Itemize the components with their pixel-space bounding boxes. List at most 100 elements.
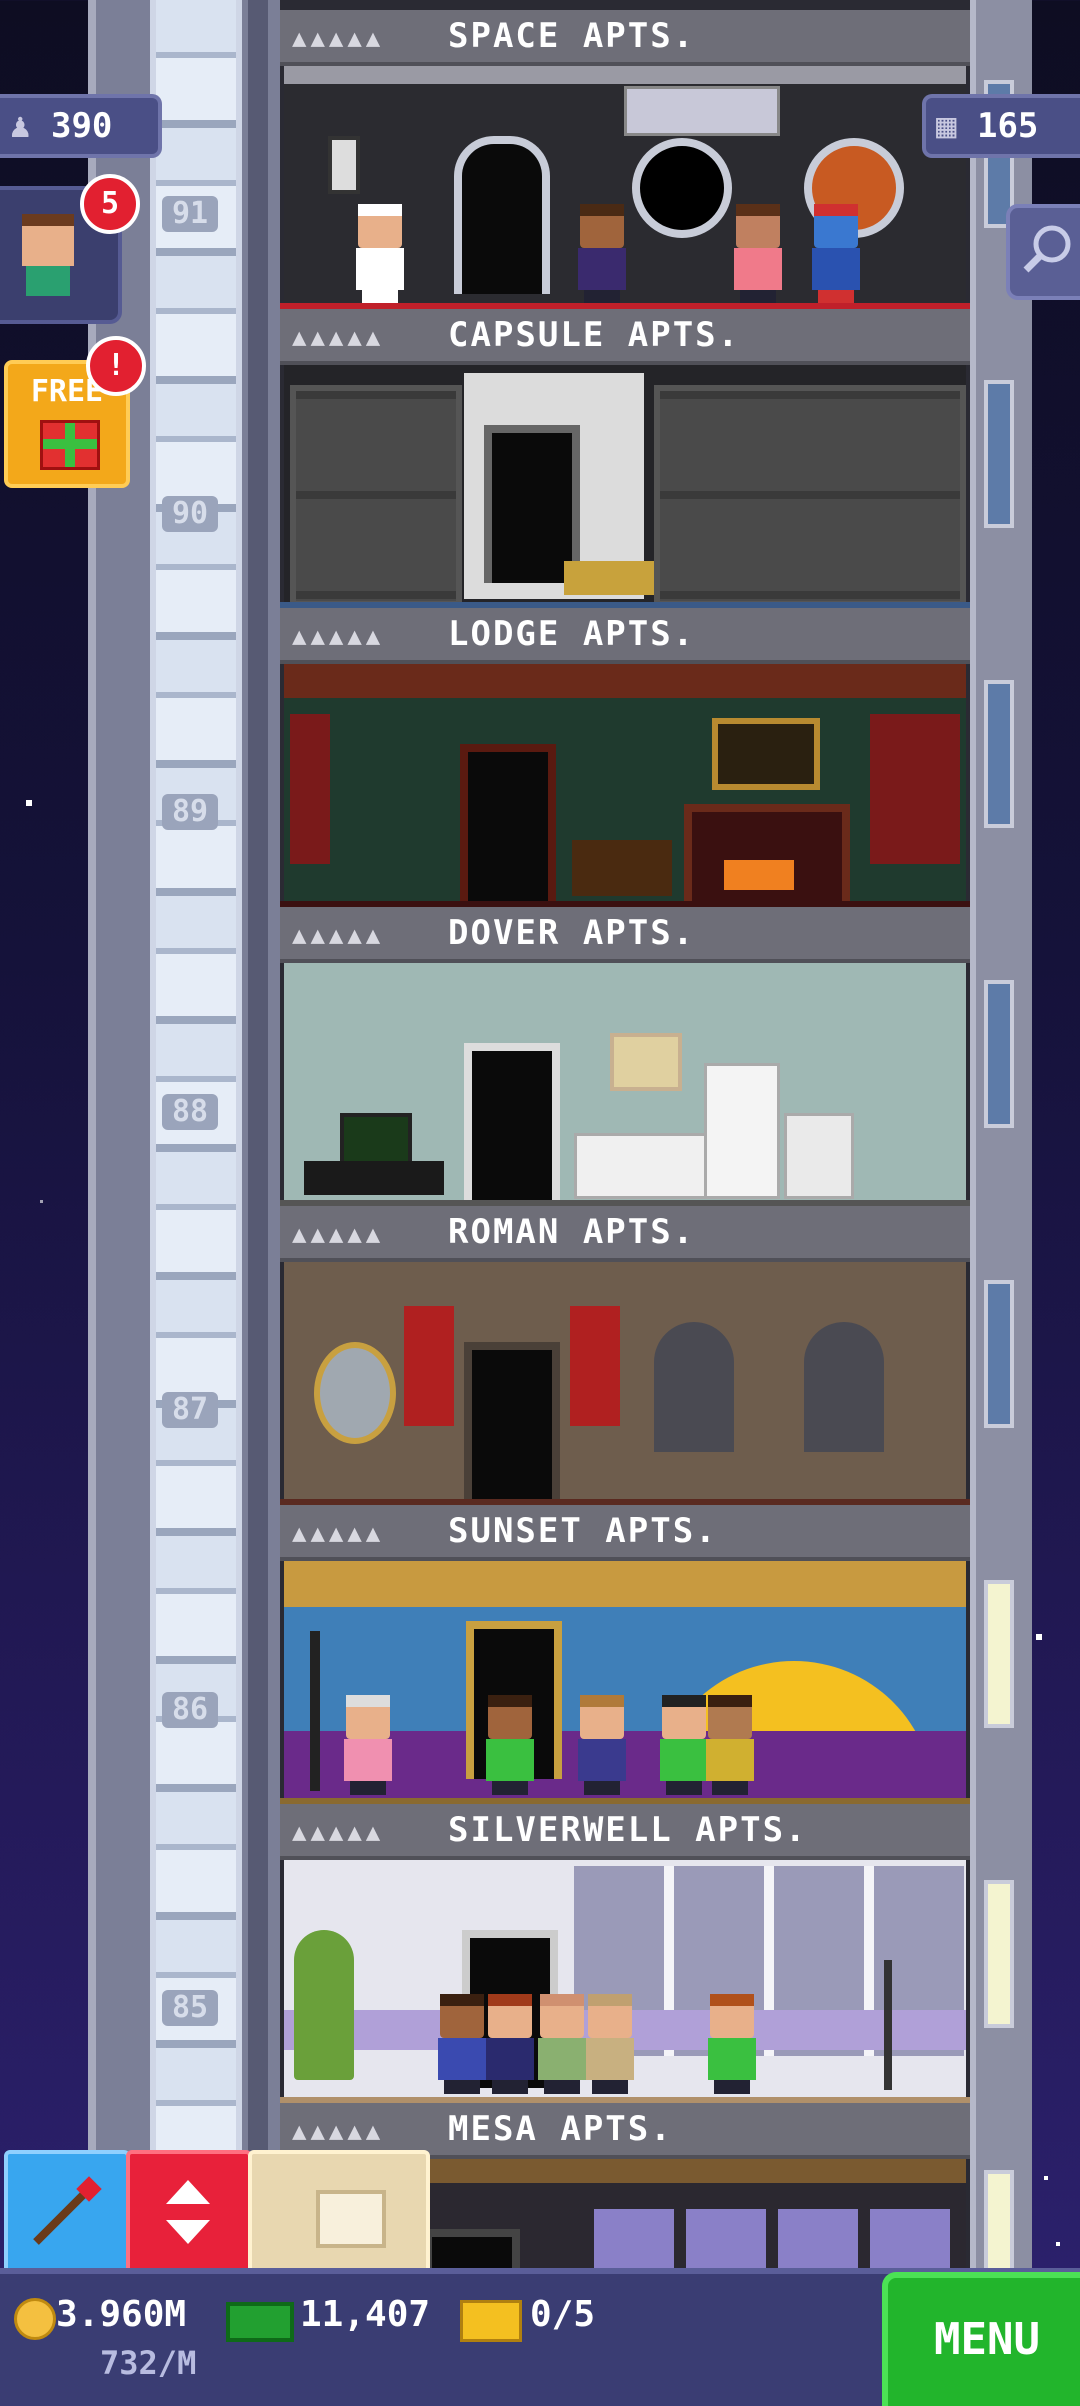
floor-sign: ▲▲▲▲▲ ROMAN APTS. xyxy=(280,1206,970,1262)
apartment-door xyxy=(464,1043,560,1201)
paint-button[interactable] xyxy=(4,2150,130,2276)
bitizen[interactable] xyxy=(808,204,864,304)
sofa xyxy=(572,840,672,896)
floor-roman-apts[interactable]: ▲▲▲▲▲ ROMAN APTS. xyxy=(280,1206,970,1505)
apartment-door xyxy=(454,136,550,294)
bitizen[interactable] xyxy=(574,1695,630,1795)
floor-name: SPACE APTS. xyxy=(448,16,696,56)
rating-icons: ▲▲▲▲▲ xyxy=(292,24,385,52)
painting xyxy=(610,1033,682,1091)
arched-window xyxy=(654,1322,734,1452)
population-counter[interactable]: ♟ 390 xyxy=(0,94,162,158)
capsule-bunks xyxy=(290,385,462,605)
kitchen-counter xyxy=(574,1133,710,1199)
floor-lamp xyxy=(884,1960,892,2090)
floor-silverwell-apts[interactable]: ▲▲▲▲▲ SILVERWELL APTS. xyxy=(280,1804,970,2103)
floor-name: ROMAN APTS. xyxy=(448,1212,696,1252)
floor-lodge-apts[interactable]: ▲▲▲▲▲ LODGE APTS. xyxy=(280,608,970,907)
capsule-bunks xyxy=(654,385,966,605)
floor-number-89: 89 xyxy=(162,794,218,830)
bux-icon xyxy=(226,2302,294,2342)
population-value: 390 xyxy=(50,106,113,146)
tv-stand xyxy=(304,1161,444,1195)
room-interior xyxy=(284,66,966,306)
elevator-button[interactable] xyxy=(126,2150,252,2276)
wall-window xyxy=(984,1580,1014,1728)
floor-sign: ▲▲▲▲▲ SUNSET APTS. xyxy=(280,1505,970,1561)
arched-window xyxy=(804,1322,884,1452)
floor-space-apts[interactable]: ▲▲▲▲▲ SPACE APTS. xyxy=(280,10,970,309)
avatar xyxy=(22,214,74,304)
mirror xyxy=(314,1342,396,1444)
floor-sign: ▲▲▲▲▲ SPACE APTS. xyxy=(280,10,970,66)
coins-value: 3.960M xyxy=(56,2294,187,2335)
room-interior xyxy=(284,1860,966,2100)
rating-icons: ▲▲▲▲▲ xyxy=(292,323,385,351)
floor-sign: ▲▲▲▲▲ SILVERWELL APTS. xyxy=(280,1804,970,1860)
curtain xyxy=(870,714,960,864)
arcade-poster xyxy=(328,136,360,194)
star xyxy=(1056,2242,1060,2246)
apartment-door xyxy=(460,744,556,902)
floor-number-88: 88 xyxy=(162,1094,218,1130)
rating-icons: ▲▲▲▲▲ xyxy=(292,622,385,650)
bitizen[interactable] xyxy=(482,1994,538,2094)
floor-name: MESA APTS. xyxy=(448,2109,673,2149)
storage-button[interactable] xyxy=(248,2150,430,2276)
person-icon: ♟ xyxy=(10,106,31,146)
floor-number-85: 85 xyxy=(162,1990,218,2026)
stove xyxy=(784,1113,854,1199)
control-panel xyxy=(624,86,780,136)
paintbrush-icon xyxy=(33,2176,102,2245)
tower: ▲▲▲▲▲ SPACE APTS. ▲▲▲▲▲ CAPSULE APTS. ▲▲… xyxy=(280,0,970,2359)
star xyxy=(26,800,32,806)
alert-badge: ! xyxy=(86,336,146,396)
zoom-button[interactable] xyxy=(1006,204,1080,300)
floor-number-86: 86 xyxy=(162,1692,218,1728)
notification-badge: 5 xyxy=(80,174,140,234)
floor-sign: ▲▲▲▲▲ DOVER APTS. xyxy=(280,907,970,963)
bitizen[interactable] xyxy=(704,1994,760,2094)
curtain xyxy=(290,714,330,864)
bux-counter-top[interactable]: ▦ 165 xyxy=(922,94,1080,158)
banner xyxy=(404,1306,454,1426)
bitizen[interactable] xyxy=(482,1695,538,1795)
floor-name: DOVER APTS. xyxy=(448,913,696,953)
bitizen[interactable] xyxy=(730,204,786,304)
rating-icons: ▲▲▲▲▲ xyxy=(292,1519,385,1547)
room-interior xyxy=(284,664,966,904)
floor-name: CAPSULE APTS. xyxy=(448,315,741,355)
floor-sign: ▲▲▲▲▲ CAPSULE APTS. xyxy=(280,309,970,365)
floor-sunset-apts[interactable]: ▲▲▲▲▲ SUNSET APTS. xyxy=(280,1505,970,1804)
room-interior xyxy=(284,1561,966,1801)
bitizen[interactable] xyxy=(702,1695,758,1795)
menu-button[interactable]: MENU xyxy=(882,2272,1080,2406)
fire xyxy=(724,860,794,890)
apartment-door xyxy=(484,425,580,583)
wall-window xyxy=(984,1880,1014,2028)
wall-window xyxy=(984,380,1014,528)
bitizen[interactable] xyxy=(352,204,408,304)
rating-icons: ▲▲▲▲▲ xyxy=(292,2117,385,2145)
floor-dover-apts[interactable]: ▲▲▲▲▲ DOVER APTS. xyxy=(280,907,970,1206)
street-lamp xyxy=(310,1631,320,1791)
wall-window xyxy=(984,680,1014,828)
room-interior xyxy=(284,963,966,1203)
floor-name: SILVERWELL APTS. xyxy=(448,1810,808,1850)
floor-number-91: 91 xyxy=(162,196,218,232)
star xyxy=(1036,1634,1042,1640)
star xyxy=(40,1200,43,1203)
room-interior xyxy=(284,365,966,605)
bitizen[interactable] xyxy=(340,1695,396,1795)
rating-icons: ▲▲▲▲▲ xyxy=(292,921,385,949)
magnifier-icon xyxy=(1023,225,1071,273)
bitizen[interactable] xyxy=(574,204,630,304)
apartment-door xyxy=(464,1342,560,1500)
bux-top-value: 165 xyxy=(976,106,1039,146)
bitizen[interactable] xyxy=(582,1994,638,2094)
fridge xyxy=(704,1063,780,1199)
star xyxy=(1044,2176,1048,2180)
floor-capsule-apts[interactable]: ▲▲▲▲▲ CAPSULE APTS. xyxy=(280,309,970,608)
floor-number-90: 90 xyxy=(162,496,218,532)
elevator-rail-edge xyxy=(248,0,268,2300)
